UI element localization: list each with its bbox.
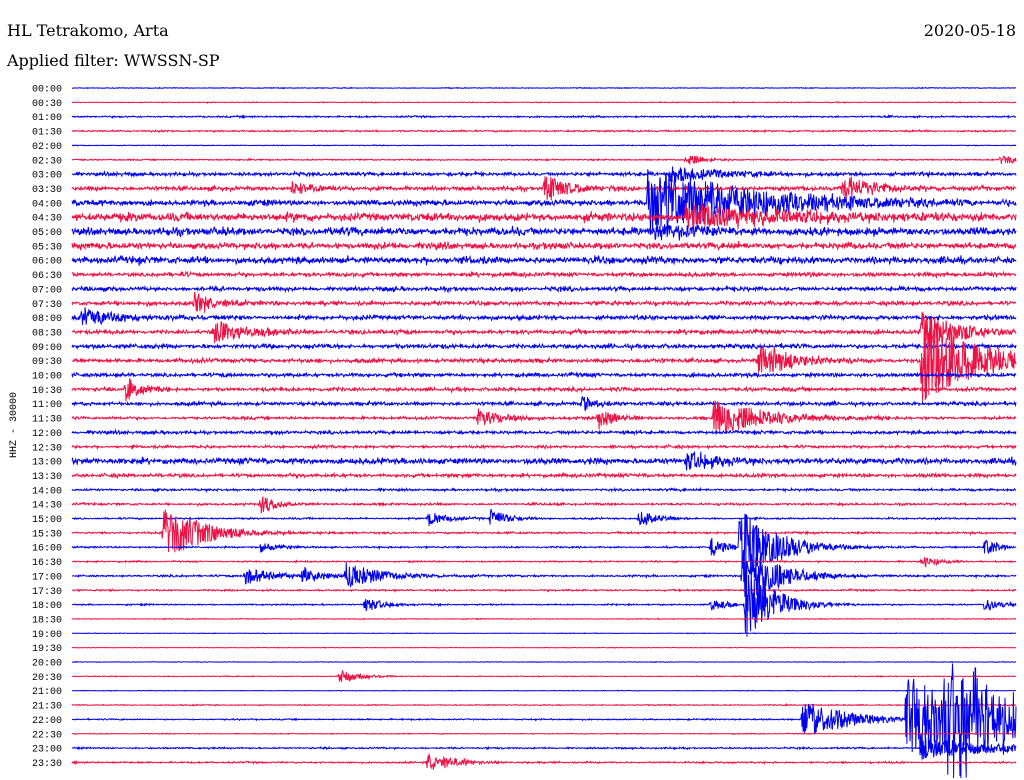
row-time-label: 08:00 [32,314,62,325]
row-time-label: 17:30 [32,587,62,598]
trace-row-1800 [71,570,1017,637]
trace-row-0230 [72,154,1017,165]
row-time-labels: 00:00 00:30 01:00 01:30 02:00 02:30 03:00 03:30… [32,85,62,770]
row-time-label: 00:00 [32,85,62,96]
row-time-label: 13:30 [32,472,62,483]
trace-row-1630 [71,557,1017,568]
trace-row-0800 [71,307,1017,326]
y-axis-label: HHZ - 30000 [9,392,20,458]
row-time-label: 12:30 [32,443,62,454]
row-time-label: 18:00 [32,601,62,612]
trace-row-2130 [71,702,1017,707]
row-time-label: 06:00 [32,257,62,268]
trace-row-0400 [71,169,1017,235]
row-time-label: 19:00 [32,630,62,641]
trace-row-1930 [72,646,1017,649]
row-time-label: 19:30 [32,644,62,655]
trace-row-1200 [71,428,1017,437]
row-time-label: 09:30 [32,357,62,368]
trace-row-0130 [71,128,1017,134]
trace-row-0630 [71,270,1017,280]
row-time-label: 10:30 [32,386,62,397]
row-time-label: 17:00 [32,572,62,583]
seismic-traces [71,86,1017,779]
row-time-label: 14:30 [32,501,62,512]
row-time-label: 11:00 [32,400,62,411]
trace-row-1030 [71,378,1017,402]
trace-row-2100 [71,689,1017,692]
trace-row-0430 [71,202,1017,230]
row-time-label: 20:00 [32,659,62,670]
row-time-label: 21:00 [32,687,62,698]
row-time-label: 04:30 [32,214,62,225]
row-time-label: 04:00 [32,199,62,210]
row-time-label: 23:00 [32,745,62,756]
row-time-label: 06:30 [32,271,62,282]
row-time-label: 09:00 [32,343,62,354]
trace-row-0100 [71,114,1016,120]
row-time-label: 18:30 [32,615,62,626]
row-time-label: 05:30 [32,242,62,253]
row-time-label: 16:00 [32,544,62,555]
trace-row-0730 [71,291,1017,313]
trace-row-0200 [71,143,1017,147]
row-time-label: 11:30 [32,415,62,426]
trace-row-2030 [72,669,1017,683]
row-time-label: 00:30 [32,99,62,110]
trace-row-0030 [71,100,1017,104]
trace-row-1330 [71,471,1017,480]
trace-row-1300 [71,451,1017,471]
row-time-label: 10:00 [32,372,62,383]
trace-row-1730 [71,587,1017,593]
trace-row-0700 [71,284,1017,294]
trace-row-1230 [71,443,1017,451]
row-time-label: 01:30 [32,128,62,139]
trace-row-0600 [71,254,1017,266]
trace-row-2300 [71,738,1017,760]
row-time-label: 02:30 [32,156,62,167]
row-time-label: 20:30 [32,673,62,684]
row-time-label: 05:00 [32,228,62,239]
row-time-label: 02:00 [32,142,62,153]
row-time-label: 03:30 [32,185,62,196]
row-time-label: 08:30 [32,328,62,339]
trace-row-0530 [71,240,1017,252]
trace-row-0900 [71,342,1017,352]
trace-row-2330 [71,753,1017,770]
row-time-label: 03:00 [32,171,62,182]
row-time-label: 15:00 [32,515,62,526]
row-time-label: 22:30 [32,730,62,741]
trace-row-0300 [71,166,1017,183]
row-time-label: 14:00 [32,486,62,497]
trace-row-1900 [71,632,1017,635]
row-time-label: 01:00 [32,113,62,124]
trace-row-1130 [71,400,1017,434]
trace-row-1000 [71,371,1017,379]
trace-row-2230 [71,732,1017,736]
trace-row-1500 [72,508,1017,526]
trace-row-0000 [71,86,1017,90]
trace-row-1100 [71,396,1017,411]
helicorder-plot: HHZ - 30000 00:00 00:30 01:00 01:30 02:00 02:… [9,85,1017,779]
row-time-label: 12:00 [32,429,62,440]
row-time-label: 16:30 [32,558,62,569]
trace-row-2200 [71,663,1017,779]
row-time-label: 07:30 [32,300,62,311]
row-time-label: 07:00 [32,285,62,296]
row-time-label: 23:30 [32,759,62,770]
row-time-label: 22:00 [32,716,62,727]
row-time-label: 13:00 [32,458,62,469]
trace-row-1830 [71,617,1016,621]
row-time-label: 21:30 [32,702,62,713]
trace-row-2000 [72,660,1017,664]
trace-row-0500 [71,224,1017,241]
trace-row-1400 [71,486,1017,494]
trace-row-1430 [71,496,1017,514]
row-time-label: 15:30 [32,529,62,540]
